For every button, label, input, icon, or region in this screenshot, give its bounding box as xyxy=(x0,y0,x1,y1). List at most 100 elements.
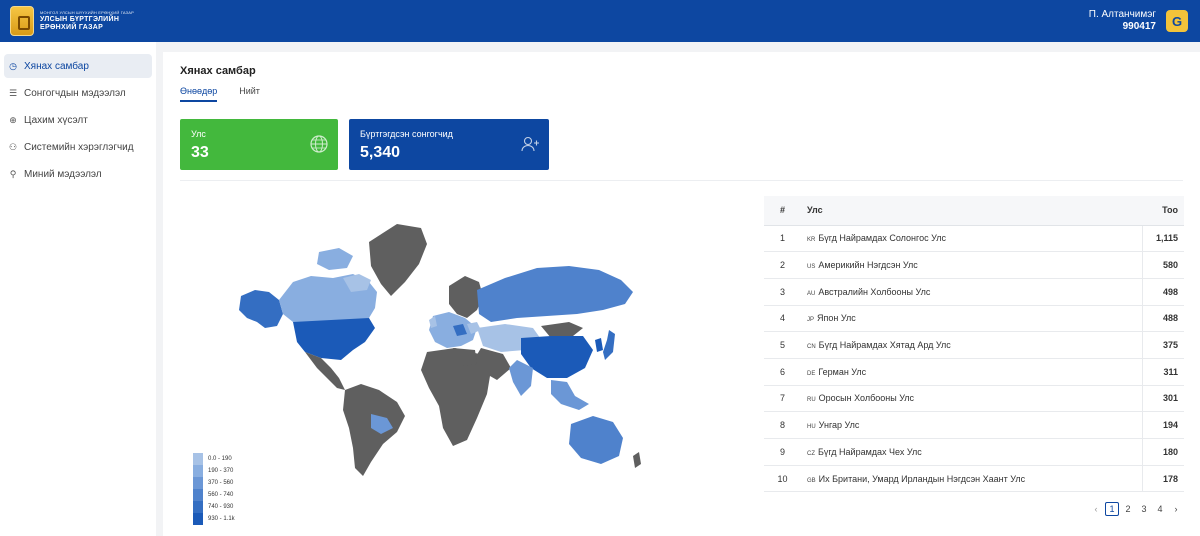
country-code: US xyxy=(807,264,816,271)
voters-card-label: Бүртгэгдсэн сонгогчид xyxy=(360,129,453,139)
voters-card-value: 5,340 xyxy=(360,144,401,161)
prev-page-icon[interactable]: ‹ xyxy=(1089,502,1103,516)
user-id: 990417 xyxy=(1122,20,1156,32)
row-number: 7 xyxy=(764,385,801,413)
tab-total[interactable]: Нийт xyxy=(239,86,260,102)
legend-swatch xyxy=(193,513,203,525)
country-name: Бүгд Найрамдах Солонгос Улс xyxy=(818,233,946,244)
legend-label: 0.0 - 190 xyxy=(208,456,232,462)
globe-icon xyxy=(310,135,328,153)
country-code: CN xyxy=(807,344,816,351)
table-row[interactable]: 4 JP Япон Улс 488 xyxy=(764,305,1184,333)
row-country: CZ Бүгд Найрамдах Чех Улс xyxy=(801,438,1142,466)
sidebar-item-system-users[interactable]: ⚇ Системийн хэрэглэгчид xyxy=(4,135,152,159)
legend-item: 190 - 370 xyxy=(193,465,235,477)
users-icon: ⚇ xyxy=(8,141,18,152)
table-row[interactable]: 5 CN Бүгд Найрамдах Хятад Ард Улс 375 xyxy=(764,331,1184,359)
sidebar-item-label: Сонгогчдын мэдээлэл xyxy=(24,87,126,99)
row-country: US Америкийн Нэгдсэн Улс xyxy=(801,251,1142,279)
table-row[interactable]: 10 GB Их Британи, Умард Ирландын Нэгдсэн … xyxy=(764,465,1184,493)
country-code: KR xyxy=(807,237,816,244)
row-number: 6 xyxy=(764,358,801,386)
country-code: GB xyxy=(807,477,816,484)
country-code: DE xyxy=(807,370,816,377)
next-page-icon[interactable]: › xyxy=(1169,502,1183,516)
row-country: KR Бүгд Найрамдах Солонгос Улс xyxy=(801,225,1142,253)
row-count: 580 xyxy=(1141,251,1184,279)
country-code: AU xyxy=(807,290,816,297)
country-code: HU xyxy=(807,424,816,431)
row-number: 8 xyxy=(764,411,801,439)
legend-item: 560 - 740 xyxy=(193,489,235,501)
legend-item: 370 - 560 xyxy=(193,477,235,489)
page-3-button[interactable]: 3 xyxy=(1137,502,1151,516)
globe-icon: ⊕ xyxy=(9,114,17,125)
page-1-button[interactable]: 1 xyxy=(1105,502,1119,516)
legend-item: 930 - 1.1k xyxy=(193,513,235,525)
sidebar-item-label: Системийн хэрэглэгчид xyxy=(24,141,134,153)
legend-swatch xyxy=(193,453,203,465)
row-country: AU Австралийн Холбооны Улс xyxy=(801,278,1142,306)
table-row[interactable]: 7 RU Оросын Холбооны Улс 301 xyxy=(764,385,1184,413)
user-name: П. Алтанчимэг xyxy=(1088,9,1156,20)
brand-logo[interactable]: МОНГОЛ УЛСЫН ШҮҮХИЙН ЕРӨНХИЙ ГАЗАР УЛСЫН… xyxy=(10,6,134,36)
countries-card-value: 33 xyxy=(191,144,209,161)
sidebar-item-my-info[interactable]: ⚲ Миний мэдээлэл xyxy=(4,162,152,186)
row-count: 1,115 xyxy=(1141,225,1184,253)
brand-title-line1: УЛСЫН БҮРТГЭЛИЙН xyxy=(40,16,120,23)
row-count: 375 xyxy=(1141,331,1184,359)
country-code: RU xyxy=(807,397,816,404)
top-header-bar: МОНГОЛ УЛСЫН ШҮҮХИЙН ЕРӨНХИЙ ГАЗАР УЛСЫН… xyxy=(0,0,1200,42)
row-number: 5 xyxy=(764,331,801,359)
legend-swatch xyxy=(193,477,203,489)
page-2-button[interactable]: 2 xyxy=(1121,502,1135,516)
pagination: ‹ 1 2 3 4 › xyxy=(1087,502,1183,516)
map-legend: 0.0 - 190 190 - 370 370 - 560 560 - 740 … xyxy=(193,453,235,525)
table-row[interactable]: 6 DE Герман Улс 311 xyxy=(764,358,1184,386)
country-code: JP xyxy=(807,317,815,324)
column-header-count[interactable]: Тоо xyxy=(1142,196,1184,226)
table-row[interactable]: 8 HU Унгар Улс 194 xyxy=(764,411,1184,439)
user-info[interactable]: П. Алтанчимэг 990417 xyxy=(1089,9,1156,32)
world-map xyxy=(239,224,641,476)
row-country: JP Япон Улс xyxy=(801,305,1142,333)
tab-today[interactable]: Өнөөдөр xyxy=(180,86,218,102)
column-header-country[interactable]: Улс xyxy=(801,196,1142,226)
country-name: Их Британи, Умард Ирландын Нэгдсэн Хаант… xyxy=(818,473,1026,484)
legend-swatch xyxy=(193,501,203,513)
sidebar-item-dashboard[interactable]: ◷ Хянах самбар xyxy=(4,54,152,78)
sidebar-item-voters[interactable]: ☰ Сонгогчдын мэдээлэл xyxy=(4,81,152,105)
table-row[interactable]: 2 US Америкийн Нэгдсэн Улс 580 xyxy=(764,251,1184,279)
legend-label: 190 - 370 xyxy=(208,468,234,474)
legend-label: 740 - 930 xyxy=(208,504,234,510)
users-icon xyxy=(521,136,539,152)
column-header-number[interactable]: # xyxy=(764,196,801,226)
legend-swatch xyxy=(193,489,203,501)
countries-card-label: Улс xyxy=(191,129,206,139)
main-panel: Хянах самбар Өнөөдөр Нийт Улс 33 Бүртгэг… xyxy=(163,52,1200,536)
sidebar-item-label: Цахим хүсэлт xyxy=(24,114,88,126)
row-number: 4 xyxy=(764,305,801,333)
row-count: 178 xyxy=(1141,465,1184,493)
sidebar-item-label: Хянах самбар xyxy=(24,60,89,72)
country-name: Герман Улс xyxy=(818,366,867,377)
row-count: 498 xyxy=(1141,278,1184,306)
user-menu-button[interactable]: G xyxy=(1166,10,1188,32)
voters-card: Бүртгэгдсэн сонгогчид 5,340 xyxy=(349,119,549,170)
table-row[interactable]: 1 KR Бүгд Найрамдах Солонгос Улс 1,115 xyxy=(764,225,1184,253)
legend-item: 0.0 - 190 xyxy=(193,453,235,465)
row-number: 9 xyxy=(764,438,801,466)
row-count: 180 xyxy=(1141,438,1184,466)
page-title: Хянах самбар xyxy=(180,65,256,77)
page-4-button[interactable]: 4 xyxy=(1153,502,1167,516)
table-row[interactable]: 3 AU Австралийн Холбооны Улс 498 xyxy=(764,278,1184,306)
row-count: 311 xyxy=(1141,358,1184,386)
sidebar-item-requests[interactable]: ⊕ Цахим хүсэлт xyxy=(4,108,152,132)
table-row[interactable]: 9 CZ Бүгд Найрамдах Чех Улс 180 xyxy=(764,438,1184,466)
dashboard-icon: ◷ xyxy=(9,60,17,71)
brand-subtitle: МОНГОЛ УЛСЫН ШҮҮХИЙН ЕРӨНХИЙ ГАЗАР xyxy=(40,10,135,15)
countries-card: Улс 33 xyxy=(180,119,338,170)
tabs: Өнөөдөр Нийт xyxy=(180,86,282,102)
legend-label: 370 - 560 xyxy=(208,480,234,486)
row-country: CN Бүгд Найрамдах Хятад Ард Улс xyxy=(801,331,1142,359)
